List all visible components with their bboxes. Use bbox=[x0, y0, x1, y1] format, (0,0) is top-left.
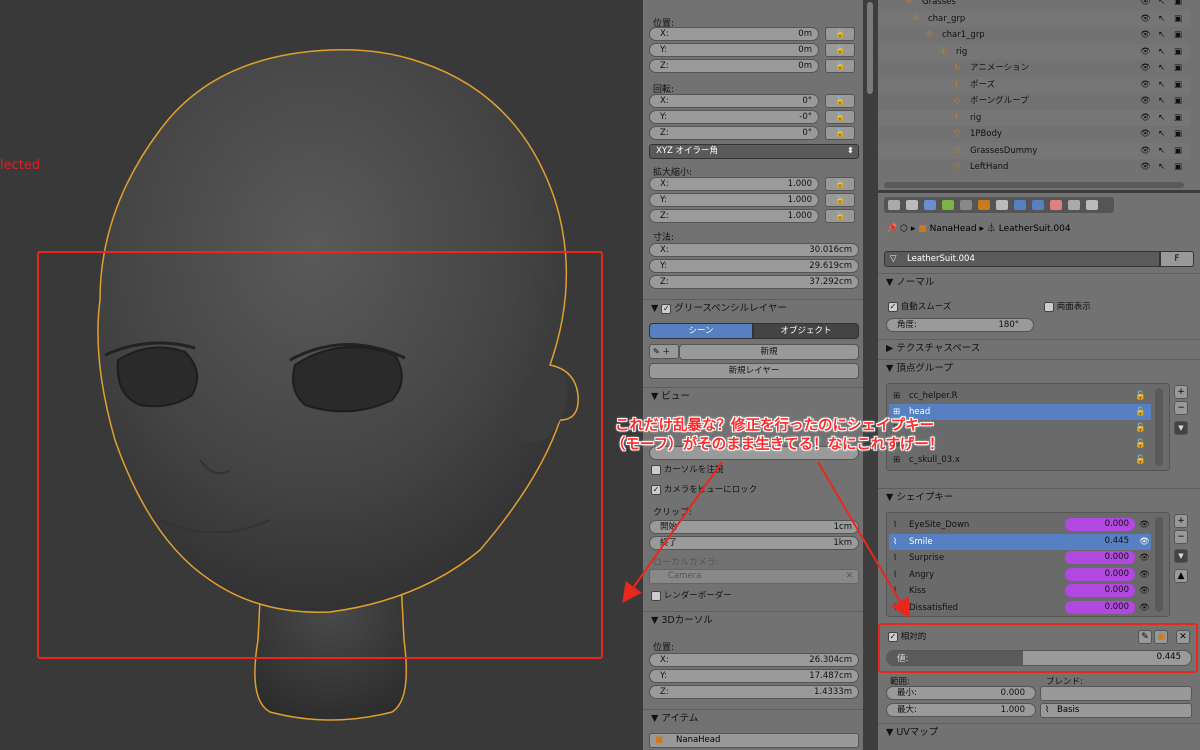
annotation-line-1: これだけ乱暴な？修正を行ったのにシェイプキー bbox=[615, 418, 934, 434]
arrow-to-shapekeys bbox=[817, 461, 911, 619]
arrow-to-viewport bbox=[622, 461, 723, 604]
annotation-arrows bbox=[622, 461, 911, 619]
annotation-line-2: （モーフ）がそのまま生きてる！なにこれすげー！ bbox=[611, 437, 944, 453]
